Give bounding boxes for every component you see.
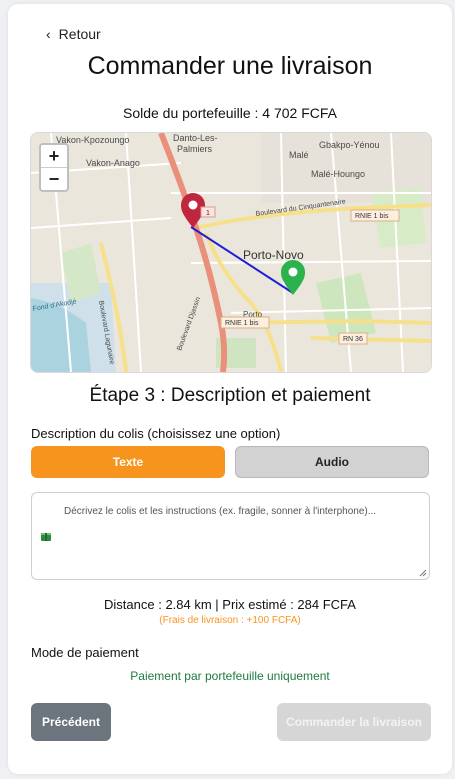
description-placeholder: Décrivez le colis et les instructions (e… (64, 506, 377, 517)
distance-price: Distance : 2.84 km | Prix estimé : 284 F… (104, 597, 356, 612)
description-label: Description du colis (choisissez une opt… (31, 426, 281, 441)
map-label: Gbakpo-Yénou (319, 140, 380, 150)
map-label: Malé-Houngo (311, 169, 365, 179)
zoom-control: + − (39, 143, 69, 192)
package-icon (41, 533, 51, 541)
map-label: Malé (289, 150, 309, 160)
wallet-only-notice: Paiement par portefeuille uniquement (130, 669, 330, 683)
audio-option-button[interactable]: Audio (235, 446, 429, 478)
map-label-porto-novo: Porto-Novo (243, 248, 304, 262)
delivery-fee-note: (Frais de livraison : +100 FCFA) (159, 615, 301, 626)
map-canvas[interactable]: Vakon-Kpozoungo Danto-Les- Palmiers Gbak… (31, 133, 431, 372)
road-shield: 1 (206, 210, 210, 217)
map-label: Vakon-Anago (86, 158, 140, 168)
zoom-in-button[interactable]: + (41, 145, 67, 167)
resize-handle-icon[interactable] (419, 569, 427, 577)
delivery-order-card: ‹ Retour Commander une livraison Solde d… (8, 4, 452, 774)
map-label: Danto-Les- (173, 133, 218, 143)
previous-button[interactable]: Précédent (31, 703, 111, 741)
road-shield: RNIE 1 bis (225, 320, 259, 327)
map-label: Palmiers (177, 144, 213, 154)
page-title: Commander une livraison (87, 52, 373, 80)
back-link[interactable]: ‹ Retour (46, 24, 101, 44)
zoom-out-button[interactable]: − (41, 167, 67, 190)
road-shield: RN 36 (343, 336, 363, 343)
step-title: Étape 3 : Description et paiement (89, 385, 371, 406)
wallet-balance: Solde du portefeuille : 4 702 FCFA (122, 105, 338, 121)
back-label: Retour (58, 26, 101, 42)
description-textarea[interactable]: Décrivez le colis et les instructions (e… (31, 492, 430, 580)
road-shield: RNIE 1 bis (355, 213, 389, 220)
text-option-button[interactable]: Texte (31, 446, 225, 478)
chevron-left-icon: ‹ (46, 26, 51, 42)
payment-mode-label: Mode de paiement (31, 645, 139, 660)
route-map[interactable]: Vakon-Kpozoungo Danto-Les- Palmiers Gbak… (30, 132, 432, 373)
order-delivery-button[interactable]: Commander la livraison (277, 703, 431, 741)
